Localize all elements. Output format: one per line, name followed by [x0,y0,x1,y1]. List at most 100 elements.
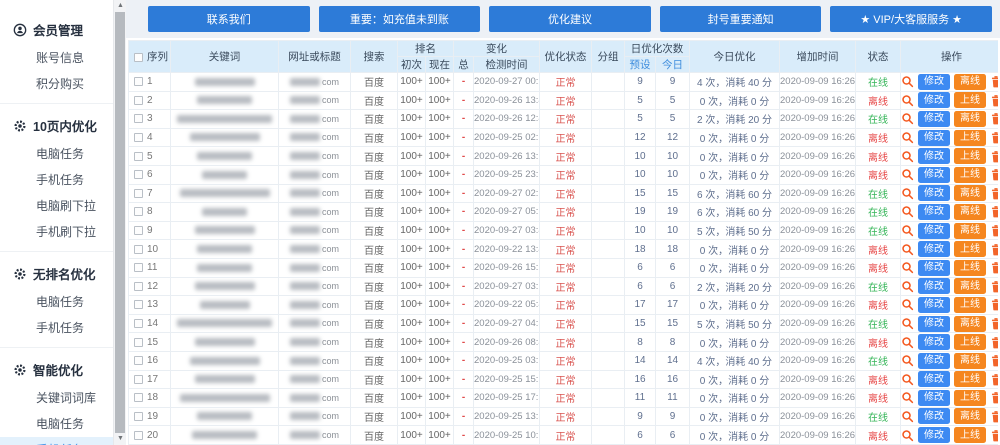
trash-icon[interactable] [990,391,998,404]
modify-button[interactable]: 修改 [918,223,950,239]
search-icon[interactable] [901,336,914,349]
sidebar-item[interactable]: 账号信息 [0,45,113,71]
row-checkbox[interactable] [134,375,143,384]
toolbar-button[interactable]: 封号重要通知 [660,6,822,32]
toggle-online-button[interactable]: 离线 [954,278,986,294]
sidebar-item[interactable]: 手机任务 [0,437,113,445]
search-icon[interactable] [901,391,914,404]
search-icon[interactable] [901,150,914,163]
trash-icon[interactable] [990,187,998,200]
trash-icon[interactable] [990,429,998,442]
search-icon[interactable] [901,131,914,144]
toggle-online-button[interactable]: 离线 [954,408,986,424]
row-checkbox[interactable] [134,393,143,402]
row-checkbox[interactable] [134,245,143,254]
search-icon[interactable] [901,205,914,218]
toggle-online-button[interactable]: 上线 [954,148,986,164]
trash-icon[interactable] [990,410,998,423]
search-icon[interactable] [901,168,914,181]
modify-button[interactable]: 修改 [918,334,950,350]
row-checkbox[interactable] [134,207,143,216]
modify-button[interactable]: 修改 [918,353,950,369]
trash-icon[interactable] [990,298,998,311]
modify-button[interactable]: 修改 [918,204,950,220]
toggle-online-button[interactable]: 离线 [954,316,986,332]
modify-button[interactable]: 修改 [918,316,950,332]
trash-icon[interactable] [990,131,998,144]
modify-button[interactable]: 修改 [918,148,950,164]
toggle-online-button[interactable]: 上线 [954,167,986,183]
row-checkbox[interactable] [134,133,143,142]
select-all-checkbox[interactable] [134,53,143,62]
row-checkbox[interactable] [134,226,143,235]
modify-button[interactable]: 修改 [918,260,950,276]
toggle-online-button[interactable]: 离线 [954,204,986,220]
row-checkbox[interactable] [134,338,143,347]
search-icon[interactable] [901,224,914,237]
toggle-online-button[interactable]: 离线 [954,223,986,239]
modify-button[interactable]: 修改 [918,297,950,313]
trash-icon[interactable] [990,112,998,125]
row-checkbox[interactable] [134,114,143,123]
row-checkbox[interactable] [134,412,143,421]
trash-icon[interactable] [990,317,998,330]
row-checkbox[interactable] [134,356,143,365]
modify-button[interactable]: 修改 [918,241,950,257]
search-icon[interactable] [901,373,914,386]
modify-button[interactable]: 修改 [918,408,950,424]
trash-icon[interactable] [990,373,998,386]
modify-button[interactable]: 修改 [918,92,950,108]
sidebar-section-header[interactable]: 会员管理 [0,14,113,45]
sidebar-item[interactable]: 电脑刷下拉 [0,193,113,219]
sidebar-item[interactable]: 电脑任务 [0,141,113,167]
modify-button[interactable]: 修改 [918,111,950,127]
toggle-online-button[interactable]: 离线 [954,185,986,201]
search-icon[interactable] [901,298,914,311]
sidebar-item[interactable]: 手机刷下拉 [0,219,113,245]
toolbar-button[interactable]: ★ VIP/大客服服务 ★ [830,6,992,32]
search-icon[interactable] [901,317,914,330]
row-checkbox[interactable] [134,77,143,86]
sidebar-scrollbar[interactable]: ▲ ▼ [113,0,126,445]
toolbar-button[interactable]: 优化建议 [489,6,651,32]
toggle-online-button[interactable]: 上线 [954,371,986,387]
trash-icon[interactable] [990,168,998,181]
modify-button[interactable]: 修改 [918,278,950,294]
scroll-up-icon[interactable]: ▲ [114,0,127,12]
sidebar-item[interactable]: 电脑任务 [0,289,113,315]
sidebar-item[interactable]: 电脑任务 [0,411,113,437]
toggle-online-button[interactable]: 离线 [954,74,986,90]
toolbar-button[interactable]: 重要：如充值未到账 [319,6,481,32]
modify-button[interactable]: 修改 [918,167,950,183]
scrollbar-thumb[interactable] [115,12,125,433]
search-icon[interactable] [901,261,914,274]
toggle-online-button[interactable]: 上线 [954,334,986,350]
row-checkbox[interactable] [134,300,143,309]
sidebar-item[interactable]: 手机任务 [0,167,113,193]
search-icon[interactable] [901,280,914,293]
toggle-online-button[interactable]: 上线 [954,297,986,313]
search-icon[interactable] [901,410,914,423]
sidebar-item[interactable]: 积分购买 [0,71,113,97]
modify-button[interactable]: 修改 [918,74,950,90]
toggle-online-button[interactable]: 离线 [954,353,986,369]
toggle-online-button[interactable]: 上线 [954,390,986,406]
trash-icon[interactable] [990,280,998,293]
search-icon[interactable] [901,75,914,88]
row-checkbox[interactable] [134,96,143,105]
sidebar-section-header[interactable]: 无排名优化 [0,258,113,289]
sidebar-section-header[interactable]: 智能优化 [0,354,113,385]
modify-button[interactable]: 修改 [918,185,950,201]
trash-icon[interactable] [990,261,998,274]
modify-button[interactable]: 修改 [918,390,950,406]
sidebar-section-header[interactable]: 10页内优化 [0,110,113,141]
row-checkbox[interactable] [134,263,143,272]
toolbar-button[interactable]: 联系我们 [148,6,310,32]
trash-icon[interactable] [990,150,998,163]
trash-icon[interactable] [990,336,998,349]
toggle-online-button[interactable]: 上线 [954,130,986,146]
column-header-today[interactable]: 今日 [656,57,690,73]
modify-button[interactable]: 修改 [918,371,950,387]
toggle-online-button[interactable]: 离线 [954,111,986,127]
row-checkbox[interactable] [134,189,143,198]
